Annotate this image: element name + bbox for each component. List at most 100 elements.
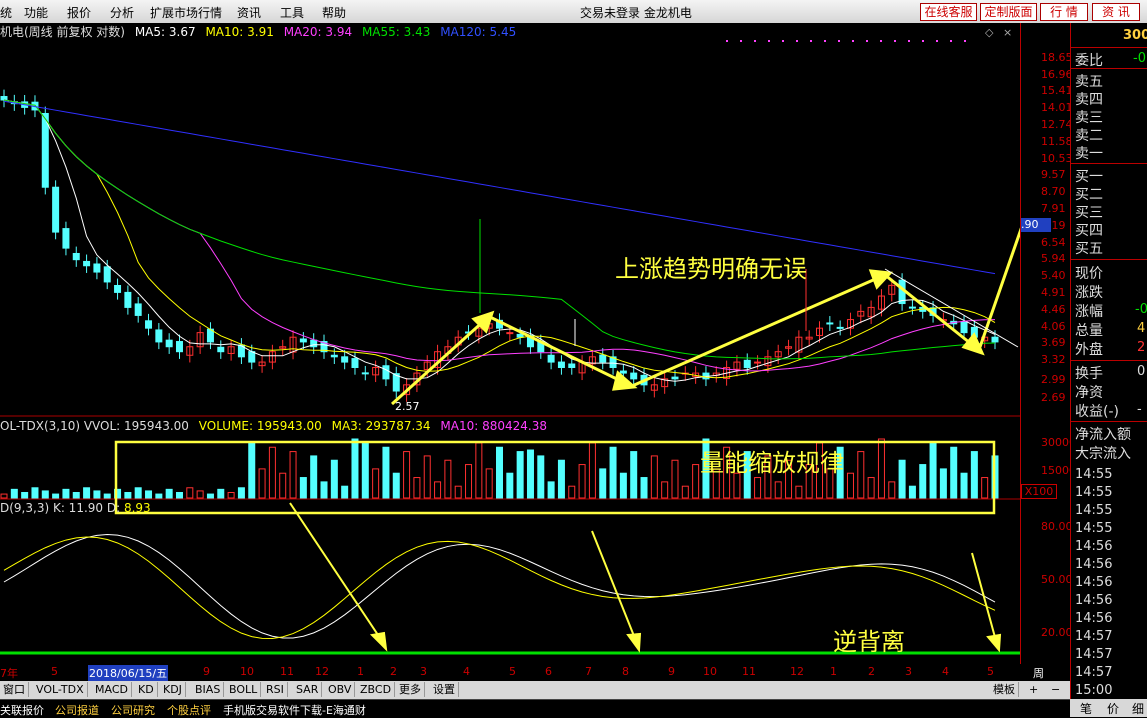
tick-time: 14:56	[1075, 557, 1113, 572]
time-tick: 11	[742, 665, 756, 678]
time-tick: 5	[509, 665, 516, 678]
volume-bar	[165, 488, 173, 499]
online-service-button[interactable]: 在线客服	[920, 3, 977, 21]
price-tick: 7.91	[1041, 202, 1066, 215]
tab-macd[interactable]: MACD	[92, 682, 132, 697]
candle-body	[960, 321, 968, 334]
price-tick: 5.40	[1041, 269, 1066, 282]
related-quotes-link[interactable]: 关联报价	[0, 702, 44, 718]
volume-bar	[692, 464, 700, 499]
volume-bar	[898, 459, 906, 499]
time-cursor-date: 2018/06/15/五	[88, 665, 169, 681]
menu-quote[interactable]: 报价	[67, 4, 91, 21]
time-tick: 6	[545, 665, 552, 678]
tab-rsi[interactable]: RSI	[263, 682, 288, 697]
volume-bar	[217, 488, 225, 499]
close-icon[interactable]: ×	[1003, 26, 1012, 39]
volume-bar	[754, 477, 762, 499]
volume-bar	[186, 487, 194, 499]
volume-value: VOLUME: 195943.00	[198, 419, 322, 433]
volume-bar	[526, 449, 534, 499]
time-tick: 2	[868, 665, 875, 678]
volume-bar	[227, 491, 235, 499]
more-button[interactable]: 更多	[396, 682, 425, 697]
time-tick: 11	[280, 665, 294, 678]
time-axis: 7年 5 2018/06/15/五 9 10 11 12 1 2 3 4 5 6…	[0, 664, 1044, 696]
tick-time: 14:57	[1075, 629, 1113, 644]
candle-body	[908, 306, 916, 309]
tab-detail[interactable]: 细	[1132, 700, 1144, 717]
volume-bar	[413, 477, 421, 499]
tab-zbcd[interactable]: ZBCD	[357, 682, 396, 697]
tick-time: 14:56	[1075, 593, 1113, 608]
price-axis: 18.65 16.96 15.41 14.01 12.74 11.58 10.5…	[1020, 23, 1076, 681]
menu-help[interactable]: 帮助	[322, 4, 346, 21]
time-tick: 9	[668, 665, 675, 678]
volume-bar	[351, 438, 359, 499]
divergence-annotation: 逆背离	[833, 628, 905, 656]
volume-value: 4	[1137, 321, 1146, 336]
settings-button[interactable]: 设置	[430, 682, 459, 697]
kdj-tick: 80.00	[1041, 520, 1073, 533]
tab-sar[interactable]: SAR	[293, 682, 323, 697]
volume-bar	[134, 487, 142, 499]
diamond-icon[interactable]: ◇	[985, 26, 993, 39]
price-tick: 18.65	[1041, 51, 1073, 64]
candle-body	[619, 370, 627, 374]
remove-window-button[interactable]: −	[1048, 682, 1063, 697]
net-asset-label: 净资	[1075, 385, 1103, 401]
candle-body	[124, 291, 132, 308]
tab-vol-tdx[interactable]: VOL-TDX	[33, 682, 88, 697]
low-price-label: 2.57	[395, 400, 420, 413]
change-label: 涨跌	[1075, 285, 1103, 301]
menu-analysis[interactable]: 分析	[110, 4, 134, 21]
kdj-tick: 20.00	[1041, 626, 1073, 639]
time-tick: 10	[240, 665, 254, 678]
tab-trades[interactable]: 笔	[1080, 700, 1092, 717]
price-tick: 4.46	[1041, 303, 1066, 316]
tab-kd[interactable]: KD	[135, 682, 158, 697]
price-tick: 6.54	[1041, 236, 1066, 249]
price-tick: 16.96	[1041, 68, 1073, 81]
tab-kdj[interactable]: KDJ	[160, 682, 186, 697]
sell2-label: 卖二	[1075, 128, 1103, 144]
company-news-link[interactable]: 公司报道	[55, 702, 99, 718]
tab-bias[interactable]: BIAS	[192, 682, 225, 697]
volume-bar	[124, 491, 132, 499]
tab-boll[interactable]: BOLL	[226, 682, 262, 697]
menu-news[interactable]: 资讯	[237, 4, 261, 21]
time-tick: 12	[315, 665, 329, 678]
mobile-download-link[interactable]: 手机版交易软件下载-E海通财	[223, 702, 366, 718]
menu-tools[interactable]: 工具	[280, 4, 304, 21]
ma10-label: MA10: 3.91	[205, 25, 274, 39]
volume-bar	[547, 481, 555, 499]
weibi-value: -0	[1133, 51, 1146, 66]
menu-function[interactable]: 功能	[24, 4, 48, 21]
tab-obv[interactable]: OBV	[325, 682, 356, 697]
quote-button[interactable]: 行 情	[1040, 3, 1088, 21]
info-button[interactable]: 资 讯	[1092, 3, 1140, 21]
ma120-line	[3, 100, 996, 275]
tab-window[interactable]: 窗口	[0, 682, 29, 697]
vol-indicator-name: OL-TDX(3,10) VVOL: 195943.00	[0, 419, 189, 433]
volume-bar	[640, 477, 648, 499]
candle-body	[330, 354, 338, 358]
price-tick: 4.06	[1041, 320, 1066, 333]
volume-bar	[248, 442, 256, 499]
buy3-label: 买三	[1075, 205, 1103, 221]
add-window-button[interactable]: +	[1026, 682, 1041, 697]
volume-bar	[908, 485, 916, 499]
stock-comment-link[interactable]: 个股点评	[167, 702, 211, 718]
volume-bar	[196, 490, 204, 499]
candle-body	[145, 320, 153, 329]
company-research-link[interactable]: 公司研究	[111, 702, 155, 718]
tick-time: 14:56	[1075, 539, 1113, 554]
template-button[interactable]: 模板	[990, 682, 1019, 697]
stock-code: 300	[1123, 28, 1147, 43]
custom-layout-button[interactable]: 定制版面	[980, 3, 1037, 21]
tab-price[interactable]: 价	[1107, 700, 1119, 717]
menu-extended-market[interactable]: 扩展市场行情	[150, 4, 222, 21]
chart-area[interactable]	[0, 41, 1020, 664]
menu-system[interactable]: 统	[0, 4, 12, 21]
detail-tabs: 笔 价 细	[1070, 699, 1147, 717]
